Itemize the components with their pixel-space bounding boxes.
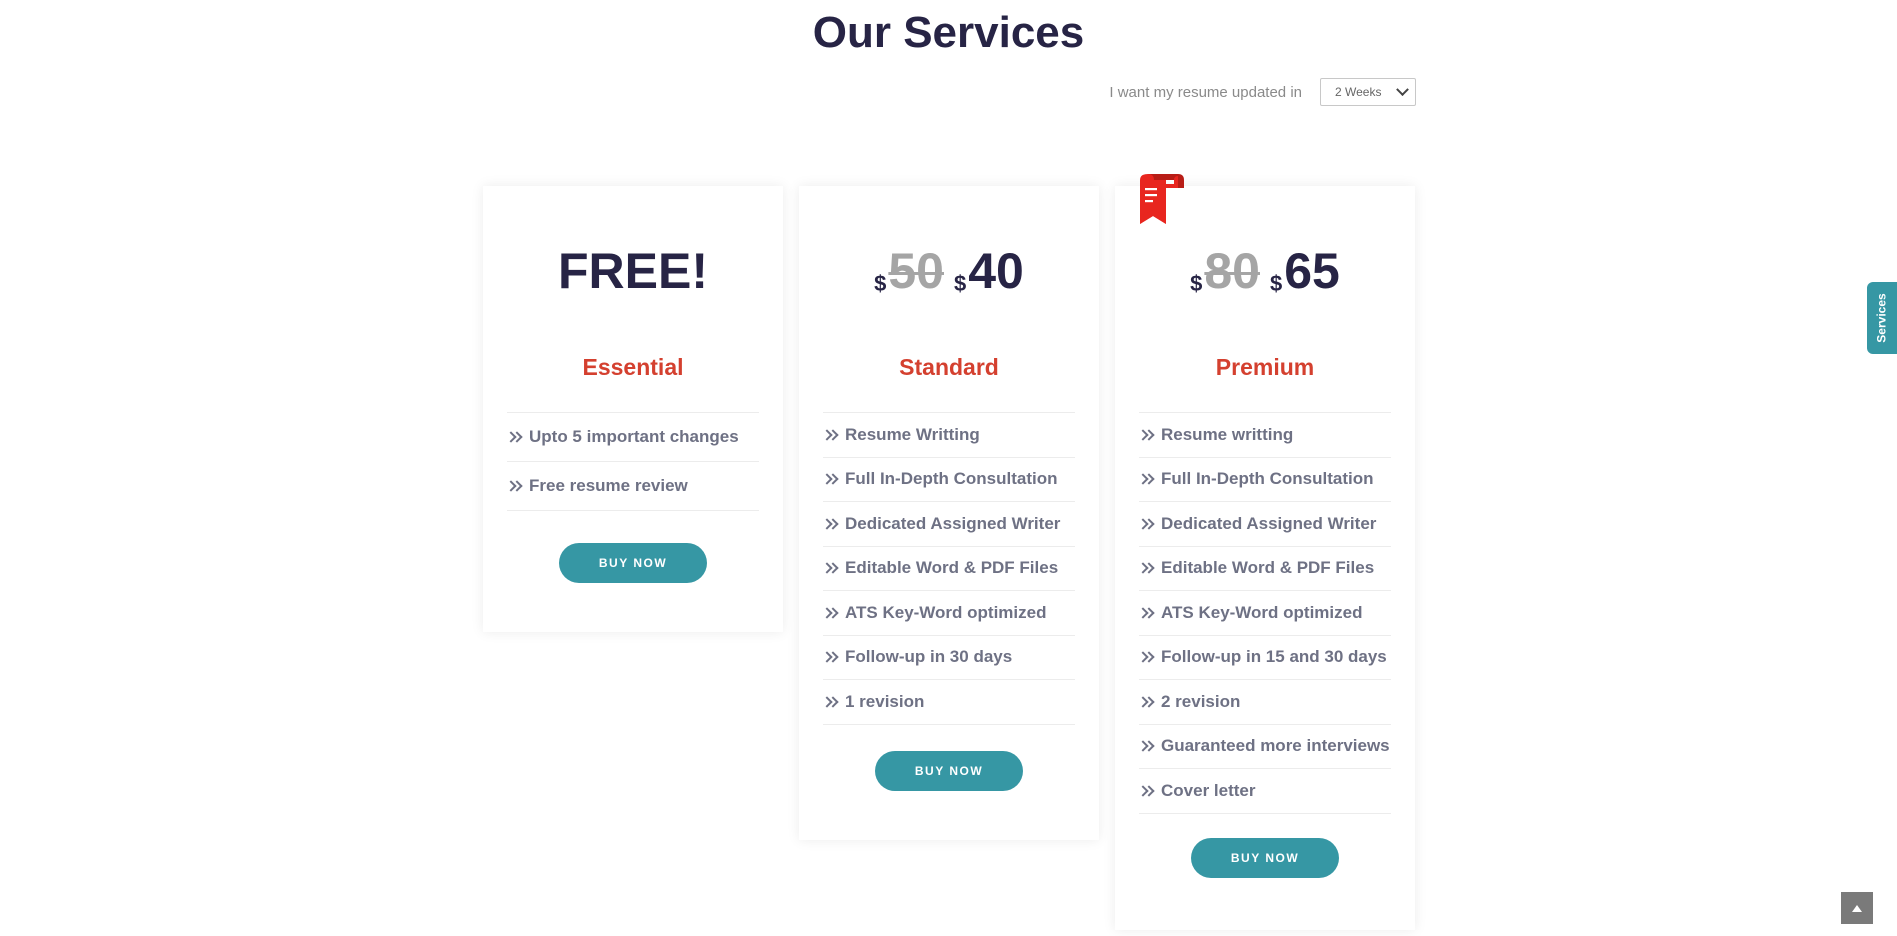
buy-now-button[interactable]: BUY NOW [559, 543, 707, 583]
feature-text: ATS Key-Word optimized [1161, 602, 1363, 622]
double-chevron-right-icon [507, 480, 521, 492]
list-item: Full In-Depth Consultation [1139, 458, 1391, 502]
double-chevron-right-icon [507, 431, 521, 443]
feature-text: Guaranteed more interviews [1161, 736, 1390, 756]
feature-text: Free resume review [529, 476, 688, 495]
feature-text: Follow-up in 30 days [845, 647, 1013, 667]
list-item: Editable Word & PDF Files [1139, 547, 1391, 591]
double-chevron-right-icon [823, 651, 837, 663]
duration-select[interactable]: 2 Weeks [1320, 78, 1416, 106]
double-chevron-right-icon [823, 473, 837, 485]
feature-text: Follow-up in 15 and 30 days [1161, 647, 1387, 667]
double-chevron-right-icon [823, 429, 837, 441]
side-tab-label: Services [1875, 293, 1890, 343]
current-price: 65 [1284, 243, 1340, 299]
double-chevron-right-icon [1139, 473, 1153, 485]
pricing-card-premium: $ 80 $ 65 Premium Resume writting Full I… [1115, 186, 1415, 930]
list-item: Follow-up in 30 days [823, 636, 1075, 680]
feature-text: 2 revision [1161, 691, 1241, 711]
list-item: Cover letter [1139, 769, 1391, 814]
list-item: ATS Key-Word optimized [1139, 591, 1391, 636]
page-title: Our Services [812, 8, 1085, 57]
currency-symbol: $ [874, 271, 887, 296]
plan-name: Standard [899, 354, 999, 380]
double-chevron-right-icon [823, 562, 837, 574]
feature-text: 1 revision [845, 691, 925, 711]
feature-text: Resume Writting [845, 424, 980, 444]
double-chevron-right-icon [1139, 518, 1153, 530]
price: FREE! [483, 241, 783, 301]
feature-text: Resume writting [1161, 424, 1294, 444]
price: $ 80 $ 65 [1115, 241, 1415, 301]
list-item: ATS Key-Word optimized [823, 591, 1075, 636]
plan-name: Premium [1215, 354, 1315, 380]
double-chevron-right-icon [1139, 562, 1153, 574]
double-chevron-right-icon [823, 518, 837, 530]
buy-now-button[interactable]: BUY NOW [1191, 838, 1339, 878]
list-item: Upto 5 important changes [507, 413, 759, 462]
currency-symbol: $ [954, 271, 967, 296]
list-item: Resume Writting [823, 413, 1075, 458]
currency-symbol: $ [1270, 271, 1283, 296]
list-item: Dedicated Assigned Writer [823, 502, 1075, 547]
list-item: Full In-Depth Consultation [823, 458, 1075, 502]
list-item: Guaranteed more interviews [1139, 725, 1391, 769]
list-item: Resume writting [1139, 413, 1391, 458]
list-item: Dedicated Assigned Writer [1139, 502, 1391, 547]
currency-symbol: $ [1190, 271, 1203, 296]
double-chevron-right-icon [1139, 607, 1153, 619]
pricing-card-standard: $ 50 $ 40 Standard Resume Writting Full … [799, 186, 1099, 840]
list-item: Editable Word & PDF Files [823, 547, 1075, 591]
feature-list: Resume Writting Full In-Depth Consultati… [823, 412, 1075, 725]
list-item: Follow-up in 15 and 30 days [1139, 636, 1391, 680]
double-chevron-right-icon [1139, 651, 1153, 663]
feature-text: Upto 5 important changes [529, 427, 739, 446]
current-price: 40 [968, 243, 1024, 299]
chevron-down-icon [1396, 82, 1409, 96]
price: $ 50 $ 40 [799, 241, 1099, 301]
feature-text: Dedicated Assigned Writer [845, 513, 1061, 533]
arrow-up-icon [1852, 904, 1862, 912]
duration-selector-row: I want my resume updated in 2 Weeks [1109, 78, 1416, 106]
double-chevron-right-icon [1139, 696, 1153, 708]
bookmark-ribbon-icon [1140, 174, 1184, 224]
double-chevron-right-icon [1139, 740, 1153, 752]
duration-selected-value: 2 Weeks [1335, 85, 1382, 99]
plan-name: Essential [582, 354, 684, 380]
old-price: 80 [1204, 243, 1260, 299]
scroll-to-top-button[interactable] [1841, 892, 1873, 924]
double-chevron-right-icon [1139, 429, 1153, 441]
feature-text: ATS Key-Word optimized [845, 602, 1047, 622]
feature-text: Editable Word & PDF Files [1161, 558, 1375, 578]
feature-text: Dedicated Assigned Writer [1161, 513, 1377, 533]
buy-now-button[interactable]: BUY NOW [875, 751, 1023, 791]
services-side-tab[interactable]: Services [1867, 282, 1897, 354]
duration-label: I want my resume updated in [1109, 83, 1302, 101]
old-price: 50 [888, 243, 944, 299]
list-item: 1 revision [823, 680, 1075, 725]
double-chevron-right-icon [823, 696, 837, 708]
feature-text: Full In-Depth Consultation [1161, 469, 1374, 489]
feature-text: Full In-Depth Consultation [845, 469, 1058, 489]
list-item: Free resume review [507, 462, 759, 511]
feature-text: Editable Word & PDF Files [845, 558, 1059, 578]
list-item: 2 revision [1139, 680, 1391, 725]
feature-text: Cover letter [1161, 780, 1256, 800]
price-free: FREE! [558, 243, 708, 299]
pricing-card-essential: FREE! Essential Upto 5 important changes… [483, 186, 783, 632]
feature-list: Upto 5 important changes Free resume rev… [507, 412, 759, 511]
feature-list: Resume writting Full In-Depth Consultati… [1139, 412, 1391, 814]
double-chevron-right-icon [1139, 785, 1153, 797]
double-chevron-right-icon [823, 607, 837, 619]
